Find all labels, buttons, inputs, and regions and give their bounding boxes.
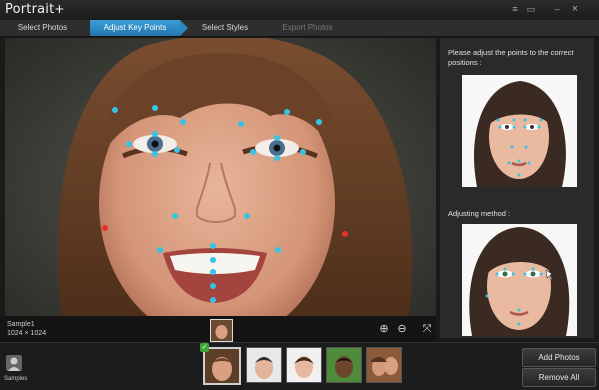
adjusting-method-label: Adjusting method : bbox=[448, 209, 511, 218]
selected-check-icon: ✓ bbox=[200, 343, 209, 352]
reference-face-image bbox=[462, 75, 577, 187]
step-select-styles[interactable]: Select Styles bbox=[190, 20, 260, 36]
sample-size: 1024 × 1024 bbox=[7, 330, 47, 337]
restore-icon[interactable]: ▭ bbox=[526, 4, 536, 14]
photo-canvas[interactable] bbox=[5, 38, 436, 338]
photo-thumbnail-1[interactable] bbox=[203, 347, 241, 385]
instruction-text: Please adjust the points to the correct … bbox=[448, 48, 574, 67]
photo-thumbnail-2[interactable] bbox=[246, 347, 282, 383]
step-bar: Select Photos Adjust Key Points Select S… bbox=[0, 20, 599, 37]
photo-thumbnail-3[interactable] bbox=[286, 347, 322, 383]
close-icon[interactable]: × bbox=[570, 4, 580, 15]
samples-icon bbox=[6, 355, 22, 371]
sample-name: Sample1 bbox=[7, 321, 35, 328]
minimize-icon[interactable]: – bbox=[552, 4, 562, 14]
samples-label: Samples bbox=[4, 376, 28, 382]
zoom-out-icon[interactable]: ⊖ bbox=[396, 323, 408, 335]
app-title: Portrait+ bbox=[5, 2, 65, 17]
zoom-in-icon[interactable]: ⊕ bbox=[378, 323, 390, 335]
photo-thumbnail-4[interactable] bbox=[326, 347, 362, 383]
step-adjust-key-points[interactable]: Adjust Key Points bbox=[90, 20, 188, 36]
add-photos-button[interactable]: Add Photos bbox=[522, 348, 596, 367]
step-select-photos[interactable]: Select Photos bbox=[0, 20, 85, 36]
face-photo bbox=[5, 38, 436, 338]
title-bar: Portrait+ ≡ ▭ – × bbox=[0, 0, 599, 20]
adjusting-method-image bbox=[462, 224, 577, 336]
fit-screen-icon[interactable]: ⤧ bbox=[421, 323, 433, 335]
menu-icon[interactable]: ≡ bbox=[510, 4, 520, 14]
step-export-photos[interactable]: Export Photos bbox=[270, 20, 345, 36]
current-photo-thumbnail[interactable] bbox=[210, 319, 233, 342]
sample-info: Sample1 1024 × 1024 bbox=[7, 320, 46, 338]
photo-thumbnail-5[interactable] bbox=[366, 347, 402, 383]
remove-all-button[interactable]: Remove All bbox=[522, 368, 596, 387]
